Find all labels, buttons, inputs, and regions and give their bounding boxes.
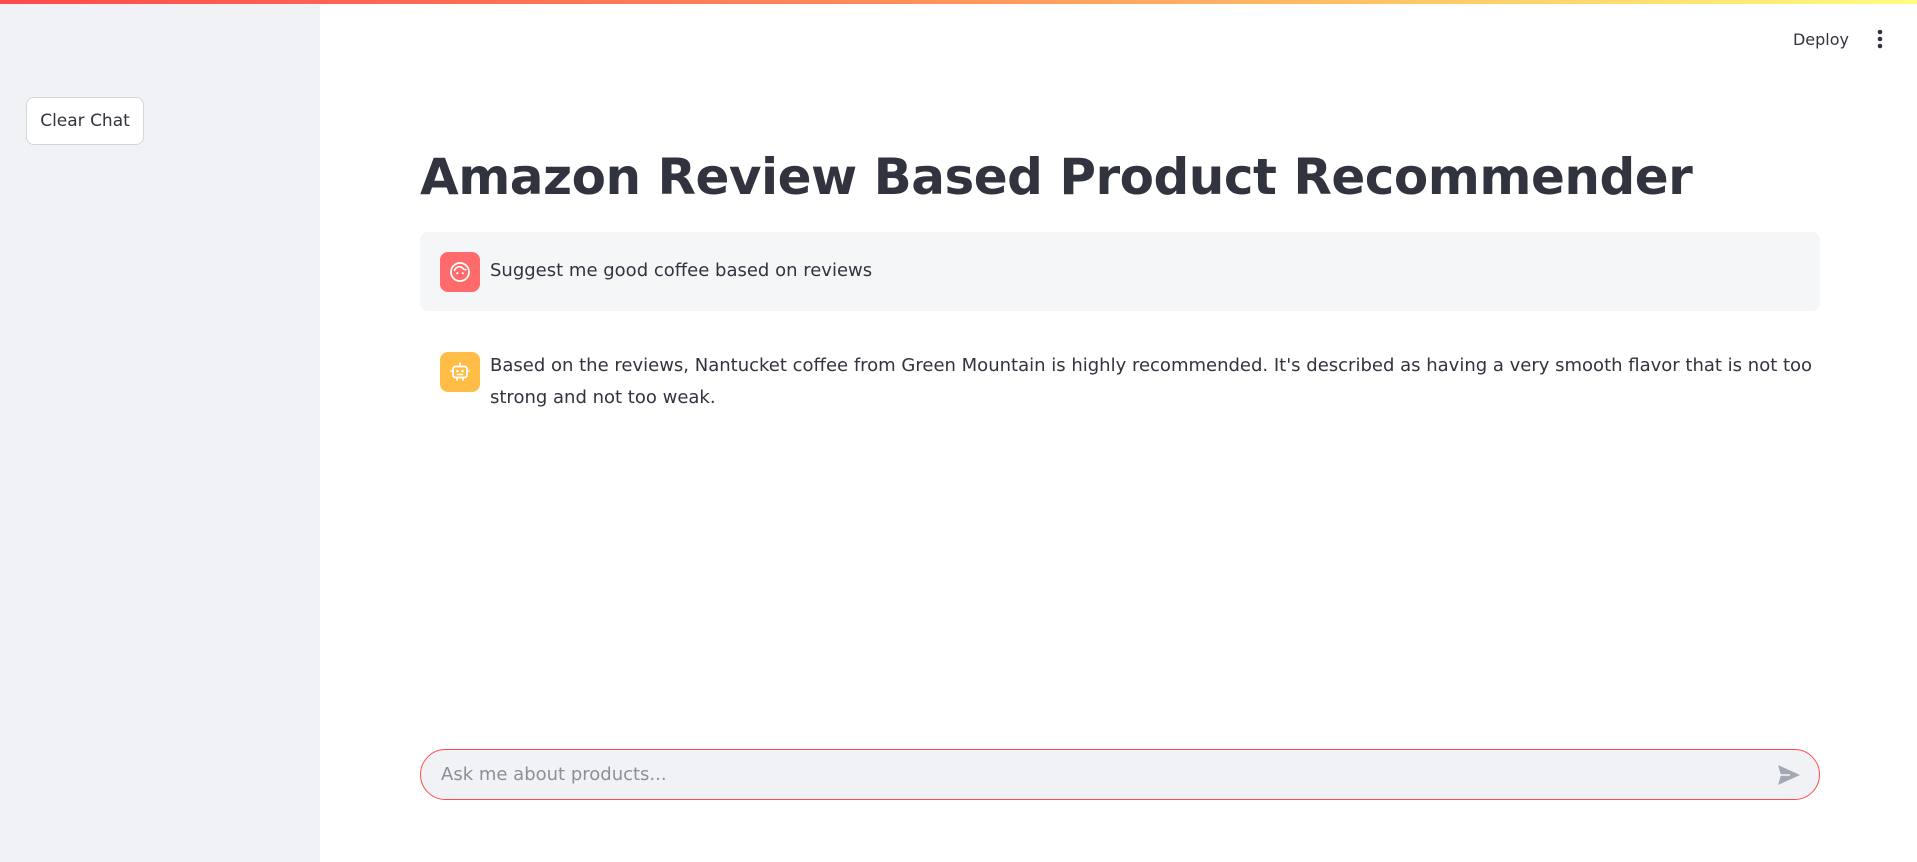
send-button[interactable] xyxy=(1765,751,1813,799)
chat-input-container xyxy=(420,749,1820,800)
chat-input[interactable] xyxy=(421,750,1765,799)
deploy-button[interactable]: Deploy xyxy=(1780,26,1862,52)
chat-message-user: Suggest me good coffee based on reviews xyxy=(420,232,1820,311)
user-message-text: Suggest me good coffee based on reviews xyxy=(490,260,873,281)
send-icon xyxy=(1778,764,1800,785)
robot-icon xyxy=(450,362,470,381)
assistant-message-text: Based on the reviews, Nantucket coffee f… xyxy=(490,355,1813,408)
page-title: Amazon Review Based Product Recommender xyxy=(420,148,1693,206)
main-menu-button[interactable] xyxy=(1866,24,1894,54)
vertical-dots-icon xyxy=(1877,29,1883,49)
assistant-avatar xyxy=(440,352,480,392)
chat-message-assistant: Based on the reviews, Nantucket coffee f… xyxy=(420,336,1820,426)
user-face-icon xyxy=(450,262,470,282)
header-decoration-bar xyxy=(0,0,1917,4)
clear-chat-button[interactable]: Clear Chat xyxy=(26,97,144,145)
sidebar: Clear Chat xyxy=(0,0,320,862)
user-avatar xyxy=(440,252,480,292)
